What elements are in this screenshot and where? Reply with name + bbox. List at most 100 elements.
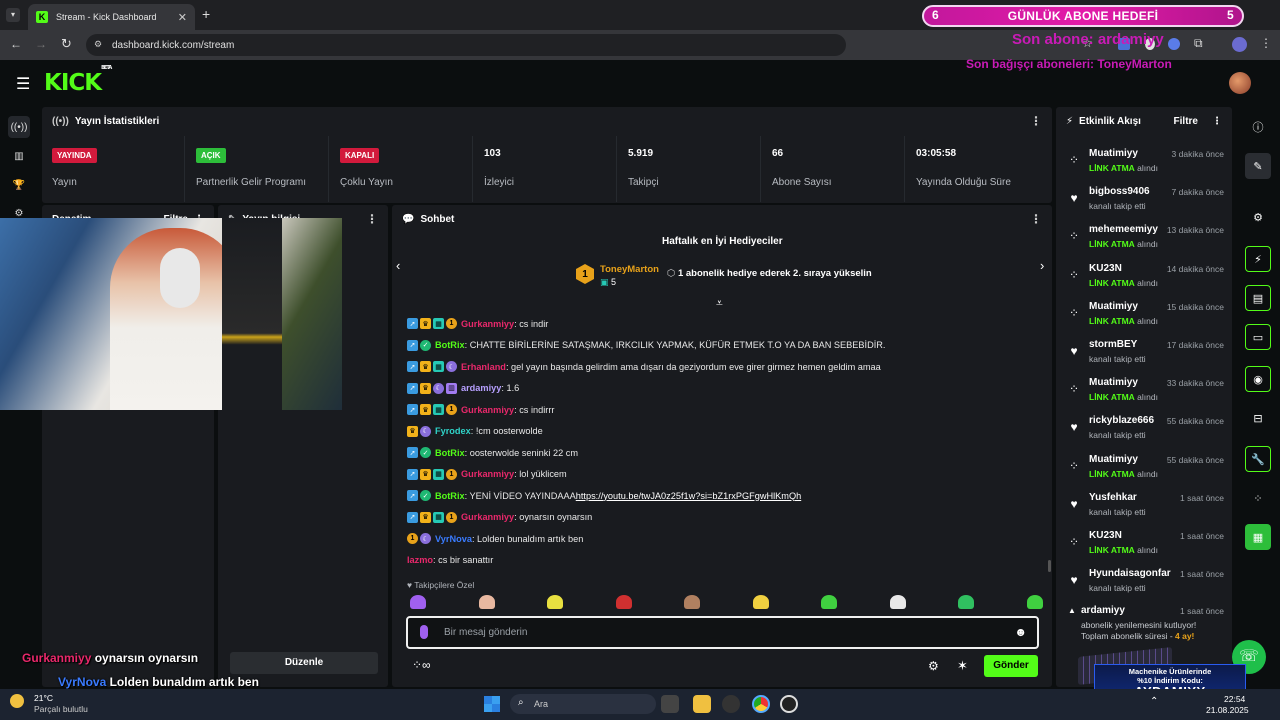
activity-menu-icon[interactable]: ⋮ bbox=[1212, 116, 1222, 127]
chat-menu-icon[interactable]: ⋮ bbox=[1030, 212, 1042, 226]
emote-icon[interactable] bbox=[889, 595, 906, 609]
activity-event[interactable]: ⁘ KU23N 1 saat önce LİNK ATMA alındı bbox=[1064, 525, 1224, 563]
tray-chevron-icon[interactable]: ⌃ bbox=[1150, 696, 1158, 707]
chat-rail-icon[interactable]: ▭ bbox=[1245, 324, 1271, 350]
chat-username[interactable]: Gurkanmiyy bbox=[461, 512, 514, 522]
chat-collapse-icon[interactable]: ⩡ bbox=[716, 296, 723, 311]
info-rail-icon[interactable]: ⓘ bbox=[1245, 114, 1271, 140]
emoji-picker-icon[interactable]: ☻ bbox=[1014, 625, 1027, 639]
profile-avatar-icon[interactable] bbox=[1232, 37, 1247, 52]
activity-event[interactable]: ⁘ Muatimiyy 15 dakika önce LİNK ATMA alındı bbox=[1064, 296, 1224, 334]
emote-icon[interactable] bbox=[821, 595, 837, 609]
activity-user[interactable]: KU23N bbox=[1089, 263, 1122, 274]
obs-icon[interactable] bbox=[722, 695, 740, 713]
file-explorer-icon[interactable] bbox=[693, 695, 711, 713]
emote-icon[interactable] bbox=[958, 595, 974, 609]
emote-icon[interactable] bbox=[1026, 595, 1043, 609]
start-windows-icon[interactable] bbox=[484, 696, 500, 712]
new-tab-icon[interactable]: + bbox=[202, 6, 210, 22]
url-input[interactable]: ⚙ dashboard.kick.com/stream bbox=[86, 34, 846, 56]
gifters-next-icon[interactable]: › bbox=[1040, 258, 1044, 273]
activity-event[interactable]: ♥ Hyundaisagonfar 1 saat önce kanalı takip … bbox=[1064, 563, 1224, 601]
edit-button[interactable]: Düzenle bbox=[230, 652, 378, 674]
chat-message[interactable]: ➚ ♛ ▦ 1 Gurkanmiyy: lol yüklicem bbox=[407, 468, 567, 480]
reload-icon[interactable]: ↻ bbox=[61, 36, 72, 52]
stats-menu-icon[interactable]: ⋮ bbox=[1030, 114, 1042, 128]
points-rail-icon[interactable]: ⁘ bbox=[1245, 485, 1271, 511]
emote-icon[interactable] bbox=[752, 595, 769, 609]
chat-gift-icon[interactable]: ✶ bbox=[957, 658, 968, 674]
taskbar-search[interactable]: ⌕ Ara bbox=[510, 694, 656, 714]
site-info-icon[interactable]: ⚙ bbox=[94, 39, 102, 50]
activity-user[interactable]: Muatimiyy bbox=[1089, 148, 1138, 159]
tab-close-icon[interactable]: ✕ bbox=[178, 11, 187, 24]
chat-settings-icon[interactable]: ⚙ bbox=[928, 659, 939, 673]
kick-logo[interactable]: KICKBETA bbox=[44, 65, 112, 96]
document-rail-icon[interactable]: ▤ bbox=[1245, 285, 1271, 311]
taskview-icon[interactable] bbox=[661, 695, 679, 713]
emote-icon[interactable] bbox=[410, 595, 426, 609]
gifters-prev-icon[interactable]: ‹ bbox=[396, 258, 400, 273]
chat-message[interactable]: ➚ ✓ BotRix: oosterwolde seninki 22 cm bbox=[407, 447, 578, 458]
chat-username[interactable]: lazmo bbox=[407, 555, 433, 565]
activity-event[interactable]: ♥ stormBEY 17 dakika önce kanalı takip etti bbox=[1064, 334, 1224, 372]
tab-list-chevron-icon[interactable]: ▾ bbox=[6, 8, 20, 22]
activity-event[interactable]: ♥ bigboss9406 7 dakika önce kanalı takip et… bbox=[1064, 181, 1224, 219]
chat-message[interactable]: ➚ ✓ BotRix: CHATTE BİRİLERİNE SATAŞMAK, IR… bbox=[407, 339, 885, 351]
browser-tab-active[interactable]: K Stream - Kick Dashboard ✕ bbox=[28, 4, 195, 30]
chat-message[interactable]: ➚ ♛ ▦ 1 Gurkanmiyy: cs indir bbox=[407, 318, 548, 329]
emote-icon[interactable] bbox=[547, 595, 563, 609]
chat-message[interactable]: ♛ ☾ Fyrodex: !cm oosterwolde bbox=[407, 425, 543, 437]
bolt-rail-icon[interactable]: ⚡ bbox=[1245, 246, 1271, 272]
activity-event[interactable]: ⁘ Muatimiyy 55 dakika önce LİNK ATMA alındı bbox=[1064, 449, 1224, 487]
activity-user[interactable]: rickyblaze666 bbox=[1089, 415, 1154, 426]
broadcast-rail-icon[interactable]: ◉ bbox=[1245, 366, 1271, 392]
activity-user[interactable]: Muatimiyy bbox=[1089, 377, 1138, 388]
chat-username[interactable]: VyrNova bbox=[435, 534, 472, 544]
chat-username[interactable]: Gurkanmiyy bbox=[461, 319, 514, 329]
layout-rail-icon[interactable]: ⊟ bbox=[1245, 405, 1271, 431]
activity-event[interactable]: ⁘ Muatimiyy 33 dakika önce LİNK ATMA alındı bbox=[1064, 372, 1224, 410]
activity-user[interactable]: KU23N bbox=[1089, 530, 1122, 541]
emote-icon[interactable] bbox=[478, 595, 495, 609]
activity-user[interactable]: Muatimiyy bbox=[1089, 301, 1138, 312]
chat-username[interactable]: BotRix bbox=[435, 491, 465, 501]
browser-menu-icon[interactable]: ⋮ bbox=[1260, 36, 1272, 50]
activity-event[interactable]: ♥ rickyblaze666 55 dakika önce kanalı takip… bbox=[1064, 410, 1224, 448]
activity-user[interactable]: stormBEY bbox=[1089, 339, 1137, 350]
stream-info-menu-icon[interactable]: ⋮ bbox=[366, 212, 378, 226]
chat-message[interactable]: ➚ ♛ ▦ 1 Gurkanmiyy: cs indirrr bbox=[407, 404, 554, 415]
activity-event[interactable]: ⁘ KU23N 14 dakika önce LİNK ATMA alındı bbox=[1064, 258, 1224, 296]
activity-user[interactable]: Hyundaisagonfar bbox=[1089, 568, 1171, 579]
chat-message[interactable]: ➚ ♛ ▦ 1 Gurkanmiyy: oynarsın oynarsın bbox=[407, 511, 592, 523]
activity-event[interactable]: ⁘ mehemeemiyy 13 dakika önce LİNK ATMA alın… bbox=[1064, 219, 1224, 257]
chat-scrollbar[interactable] bbox=[1048, 560, 1051, 572]
chat-input[interactable]: Bir mesaj gönderin ☻ bbox=[406, 616, 1039, 649]
extension-icon-3[interactable] bbox=[1168, 38, 1180, 50]
chat-username[interactable]: Fyrodex bbox=[435, 426, 471, 436]
chat-username[interactable]: Gurkanmiyy bbox=[461, 405, 514, 415]
weather-icon[interactable] bbox=[10, 694, 24, 708]
chat-message[interactable]: 1 ☾ VyrNova: Lolden bunaldım artık ben bbox=[407, 533, 583, 544]
chat-link[interactable]: https://youtu.be/twJA0z25f1w?si=bZ1rxPGF… bbox=[576, 491, 801, 501]
activity-event[interactable]: ⁘ Muatimiyy 3 dakika önce LİNK ATMA alındı bbox=[1064, 143, 1224, 181]
edit-rail-icon[interactable]: ✎ bbox=[1245, 153, 1271, 179]
chat-username[interactable]: Erhanland bbox=[461, 362, 506, 372]
activity-user[interactable]: Muatimiyy bbox=[1089, 454, 1138, 465]
app-g-icon[interactable] bbox=[780, 695, 798, 713]
emote-icon[interactable] bbox=[684, 595, 700, 609]
chat-username[interactable]: BotRix bbox=[435, 448, 465, 458]
activity-event[interactable]: ♥ Yusfehkar 1 saat önce kanalı takip etti bbox=[1064, 487, 1224, 525]
settings-gear-rail-icon[interactable]: ⚙ bbox=[1245, 204, 1271, 230]
mic-icon[interactable] bbox=[420, 625, 428, 639]
wrench-rail-icon[interactable]: 🔧 bbox=[1245, 446, 1271, 472]
chat-username[interactable]: Gurkanmiyy bbox=[461, 469, 514, 479]
chat-message[interactable]: ➚ ✓ BotRix: YENİ VİDEO YAYINDAAA https://y… bbox=[407, 490, 801, 501]
chrome-icon[interactable] bbox=[752, 695, 770, 713]
extensions-puzzle-icon[interactable]: ⧉ bbox=[1194, 36, 1203, 51]
send-button[interactable]: Gönder bbox=[984, 655, 1038, 677]
back-icon[interactable]: ← bbox=[10, 37, 22, 51]
activity-user[interactable]: Yusfehkar bbox=[1089, 492, 1137, 503]
top-gifter-name[interactable]: ToneyMarton bbox=[600, 264, 659, 275]
renewal-user[interactable]: ardamiyy bbox=[1081, 605, 1125, 616]
